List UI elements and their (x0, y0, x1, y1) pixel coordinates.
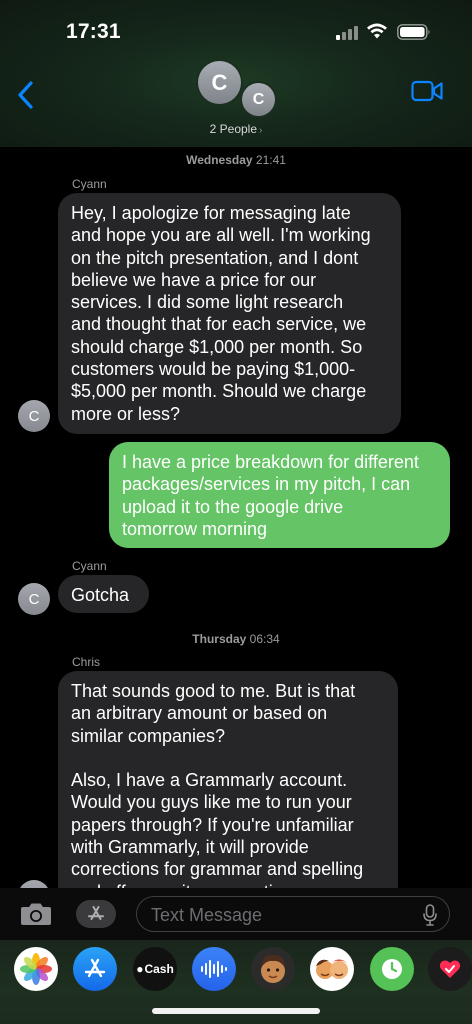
memoji-stickers-icon[interactable] (310, 947, 354, 991)
imessage-app-drawer: ● Cash (0, 940, 472, 1024)
microphone-icon[interactable] (423, 904, 437, 926)
chevron-right-icon: › (259, 125, 263, 136)
timestamp-time: 06:34 (249, 632, 280, 646)
sender-name: Cyann (72, 559, 107, 573)
message-input-placeholder: Text Message (151, 905, 263, 925)
battery-icon (397, 24, 430, 40)
sender-name: Chris (72, 655, 101, 669)
apple-cash-icon[interactable]: ● Cash (133, 947, 177, 991)
camera-icon[interactable] (19, 901, 53, 927)
compose-bar: Text Message (0, 888, 472, 940)
incoming-message-bubble[interactable]: Hey, I apologize for messaging late and … (58, 193, 401, 434)
sender-avatar[interactable]: C (18, 400, 50, 432)
timestamp-time: 21:41 (255, 153, 286, 167)
wifi-icon (367, 23, 387, 39)
memoji-icon[interactable] (251, 947, 295, 991)
group-details-link[interactable]: 2 People › (0, 122, 472, 136)
back-chevron-icon[interactable] (14, 80, 38, 110)
facetime-video-icon[interactable] (411, 80, 443, 102)
timestamp-divider: Wednesday 21:41 (0, 153, 472, 167)
incoming-message-bubble[interactable]: That sounds good to me. But is that an a… (58, 671, 398, 888)
audio-message-icon[interactable] (192, 947, 236, 991)
timestamp-divider: Thursday 06:34 (0, 632, 472, 646)
status-time: 17:31 (66, 20, 121, 43)
group-avatar-primary[interactable]: C (198, 61, 241, 104)
app-store-toggle-button[interactable] (76, 900, 116, 928)
app-store-icon[interactable] (73, 947, 117, 991)
cellular-signal-icon (336, 26, 360, 40)
conversation-header: 17:31 C C 2 People › (0, 0, 472, 147)
digital-touch-icon[interactable] (428, 947, 472, 991)
timestamp-day: Thursday (192, 632, 247, 646)
message-thread[interactable]: Wednesday 21:41 Cyann Hey, I apologize f… (0, 147, 472, 888)
message-input[interactable]: Text Message (136, 896, 450, 932)
sender-name: Cyann (72, 177, 107, 191)
apple-cash-label: Cash (144, 962, 174, 976)
status-bar: 17:31 (0, 0, 472, 60)
apple-logo-icon: ● (136, 962, 144, 976)
timestamp-day: Wednesday (186, 153, 253, 167)
incoming-message-bubble[interactable]: Gotcha (58, 575, 149, 613)
outgoing-message-bubble[interactable]: I have a price breakdown for different p… (109, 442, 450, 548)
activity-icon[interactable] (370, 947, 414, 991)
home-indicator[interactable] (152, 1008, 320, 1014)
group-avatar-secondary[interactable]: C (242, 83, 275, 116)
photos-app-icon[interactable] (14, 947, 58, 991)
sender-avatar[interactable]: C (18, 583, 50, 615)
app-store-icon (88, 906, 104, 920)
sender-avatar[interactable] (18, 880, 50, 888)
people-count-label: 2 People (209, 122, 258, 136)
